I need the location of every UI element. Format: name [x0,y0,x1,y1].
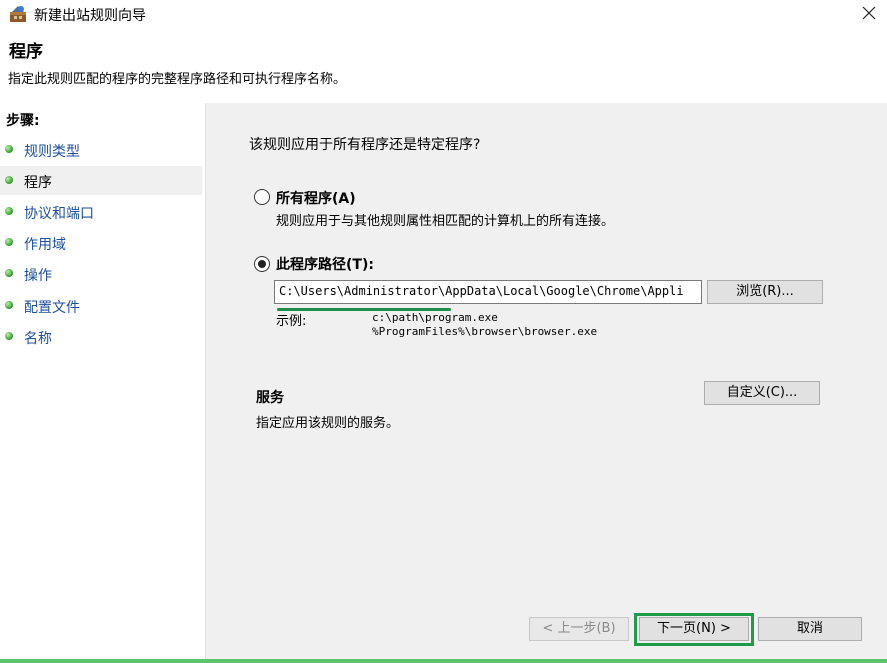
step-label: 作用域 [24,237,66,253]
steps-title: 步骤: [6,113,40,129]
step-profile[interactable]: 配置文件 [0,291,202,320]
title-bar: 新建出站规则向导 [0,0,887,28]
browse-button[interactable]: 浏览(R)... [707,280,823,304]
program-path-radio[interactable] [254,256,270,272]
step-bullet-icon [5,238,13,246]
window-title: 新建出站规则向导 [34,8,146,24]
step-label: 程序 [24,175,52,191]
customize-button[interactable]: 自定义(C)... [704,381,820,405]
example-paths: c:\path\program.exe %ProgramFiles%\brows… [372,311,597,339]
step-bullet-icon [5,207,13,215]
close-icon[interactable] [852,0,886,28]
bottom-accent-line [0,659,887,663]
step-label: 操作 [24,268,52,284]
step-program[interactable]: 程序 [0,166,202,195]
step-bullet-icon [5,176,13,184]
next-button-highlight [634,613,754,646]
service-title: 服务 [256,390,284,406]
example-line: c:\path\program.exe [372,311,498,324]
cancel-button[interactable]: 取消 [758,617,862,641]
service-description: 指定应用该规则的服务。 [256,416,400,431]
step-action[interactable]: 操作 [0,259,202,288]
all-programs-label[interactable]: 所有程序(A) [276,188,356,208]
program-path-input[interactable]: C:\Users\Administrator\AppData\Local\Goo… [274,280,702,304]
step-protocol-port[interactable]: 协议和端口 [0,197,202,226]
scope-question: 该规则应用于所有程序还是特定程序? [249,137,481,153]
step-label: 协议和端口 [24,206,94,222]
step-rule-type[interactable]: 规则类型 [0,135,202,164]
page-description: 指定此规则匹配的程序的完整程序路径和可执行程序名称。 [8,72,347,87]
step-name[interactable]: 名称 [0,322,202,351]
all-programs-description: 规则应用于与其他规则属性相匹配的计算机上的所有连接。 [276,214,615,229]
example-line: %ProgramFiles%\browser\browser.exe [372,325,598,338]
step-scope[interactable]: 作用域 [0,228,202,257]
back-button[interactable]: < 上一步(B) [529,617,629,641]
step-label: 名称 [24,331,52,347]
step-bullet-icon [5,269,13,277]
step-bullet-icon [5,332,13,340]
all-programs-radio[interactable] [254,189,270,205]
example-label: 示例: [276,314,307,329]
page-title: 程序 [9,42,43,62]
wizard-window: 新建出站规则向导 程序 指定此规则匹配的程序的完整程序路径和可执行程序名称。 步… [0,0,887,663]
main-content: 该规则应用于所有程序还是特定程序? 所有程序(A) 规则应用于与其他规则属性相匹… [206,103,887,660]
step-label: 规则类型 [24,144,80,160]
firewall-app-icon [10,6,26,22]
program-path-label[interactable]: 此程序路径(T): [276,254,374,274]
step-bullet-icon [5,301,13,309]
step-bullet-icon [5,145,13,153]
steps-panel: 步骤: 规则类型 程序 协议和端口 作用域 操作 配置文件 名称 [0,103,205,660]
step-label: 配置文件 [24,300,80,316]
